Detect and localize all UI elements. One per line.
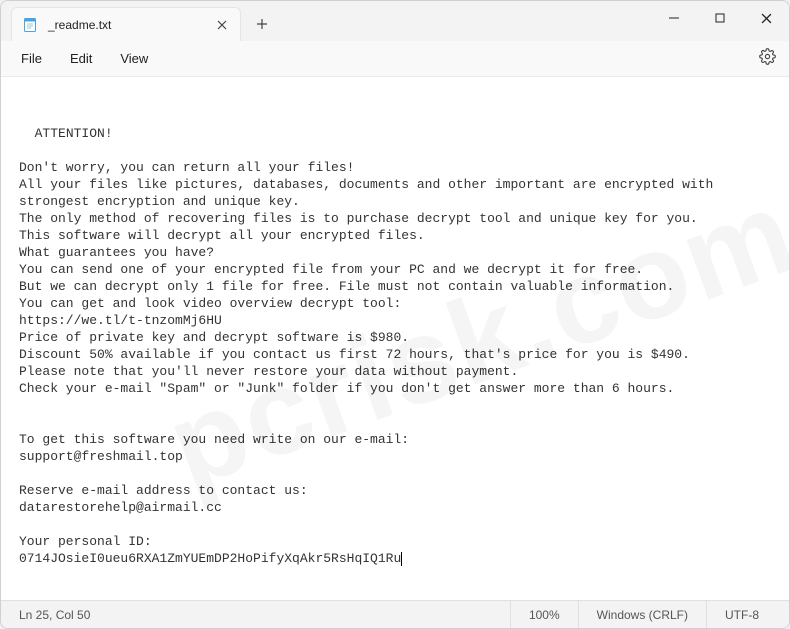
statusbar: Ln 25, Col 50 100% Windows (CRLF) UTF-8 bbox=[1, 600, 789, 628]
notepad-window: _readme.txt File Edit View bbox=[0, 0, 790, 629]
tab-close-button[interactable] bbox=[212, 15, 232, 35]
menu-edit[interactable]: Edit bbox=[58, 47, 104, 70]
tab-title: _readme.txt bbox=[46, 18, 204, 32]
status-zoom[interactable]: 100% bbox=[510, 601, 578, 628]
file-tab[interactable]: _readme.txt bbox=[11, 7, 241, 41]
minimize-button[interactable] bbox=[651, 1, 697, 35]
close-button[interactable] bbox=[743, 1, 789, 35]
menu-view[interactable]: View bbox=[108, 47, 160, 70]
gear-icon bbox=[759, 48, 776, 70]
status-position: Ln 25, Col 50 bbox=[13, 601, 108, 628]
text-area[interactable]: pcrisk.com ATTENTION! Don't worry, you c… bbox=[1, 77, 789, 600]
document-text: ATTENTION! Don't worry, you can return a… bbox=[19, 126, 721, 566]
notepad-icon bbox=[22, 17, 38, 33]
text-caret bbox=[401, 552, 402, 566]
new-tab-button[interactable] bbox=[247, 9, 277, 39]
menu-file[interactable]: File bbox=[9, 47, 54, 70]
window-controls bbox=[651, 1, 789, 35]
status-encoding[interactable]: UTF-8 bbox=[706, 601, 777, 628]
settings-button[interactable] bbox=[753, 45, 781, 73]
maximize-button[interactable] bbox=[697, 1, 743, 35]
titlebar: _readme.txt bbox=[1, 1, 789, 41]
menubar: File Edit View bbox=[1, 41, 789, 77]
status-line-ending[interactable]: Windows (CRLF) bbox=[578, 601, 706, 628]
